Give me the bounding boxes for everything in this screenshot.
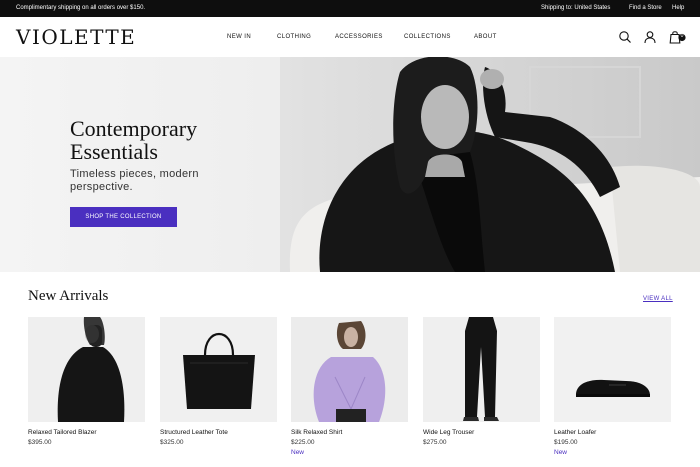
nav-new-in[interactable]: NEW IN — [227, 34, 251, 40]
search-icon[interactable] — [618, 30, 632, 44]
promo-text: Complimentary shipping on all orders ove… — [16, 5, 146, 11]
product-name[interactable]: Structured Leather Tote — [160, 429, 277, 436]
hero-title-line-2: Essentials — [70, 139, 158, 164]
product-name[interactable]: Relaxed Tailored Blazer — [28, 429, 145, 436]
nav-clothing[interactable]: CLOTHING — [277, 34, 311, 40]
hero-title: Contemporary Essentials — [70, 117, 270, 163]
view-all-link[interactable]: VIEW ALL — [643, 296, 673, 302]
brand-logo[interactable]: VIOLETTE — [16, 25, 136, 49]
product-image[interactable] — [554, 317, 671, 422]
help-link[interactable]: Help — [672, 5, 684, 11]
product-card-tote[interactable]: Structured Leather Tote $325.00 — [160, 317, 277, 446]
new-arrivals-heading: New Arrivals — [28, 288, 109, 304]
account-icon[interactable] — [643, 30, 657, 44]
product-price: $325.00 — [160, 439, 184, 446]
product-image[interactable] — [423, 317, 540, 422]
product-card-trouser[interactable]: Wide Leg Trouser $275.00 — [423, 317, 540, 446]
product-price: $395.00 — [28, 439, 52, 446]
shop-collection-button[interactable]: SHOP THE COLLECTION — [70, 207, 177, 227]
product-price: $275.00 — [423, 439, 447, 446]
nav-about[interactable]: ABOUT — [474, 34, 497, 40]
shipping-country-link[interactable]: Shipping to: United States — [541, 5, 610, 11]
new-badge: New — [291, 449, 305, 456]
product-image[interactable] — [28, 317, 145, 422]
product-card-shirt[interactable]: Silk Relaxed Shirt $225.00 New — [291, 317, 408, 456]
find-store-link[interactable]: Find a Store — [629, 5, 662, 11]
hero-banner: Contemporary Essentials Timeless pieces,… — [0, 57, 700, 272]
product-card-loafer[interactable]: Leather Loafer $195.00 New — [554, 317, 671, 456]
product-image[interactable] — [291, 317, 408, 422]
hero-title-line-1: Contemporary — [70, 116, 198, 141]
cart-icon[interactable]: 0 — [669, 30, 687, 44]
product-price: $225.00 — [291, 439, 315, 446]
product-name[interactable]: Leather Loafer — [554, 429, 671, 436]
nav-accessories[interactable]: ACCESSORIES — [335, 34, 383, 40]
nav-collections[interactable]: COLLECTIONS — [404, 34, 451, 40]
product-name[interactable]: Silk Relaxed Shirt — [291, 429, 408, 436]
site-header: VIOLETTE NEW IN CLOTHING ACCESSORIES COL… — [0, 17, 700, 57]
hero-model-photo — [280, 57, 700, 272]
product-price: $195.00 — [554, 439, 578, 446]
hero-subtitle: Timeless pieces, modern perspective. — [70, 168, 199, 193]
new-badge: New — [554, 449, 568, 456]
promo-bar: Complimentary shipping on all orders ove… — [0, 0, 700, 17]
product-card-blazer[interactable]: Relaxed Tailored Blazer $395.00 — [28, 317, 145, 446]
product-image[interactable] — [160, 317, 277, 422]
cart-count-badge: 0 — [680, 33, 684, 40]
product-name[interactable]: Wide Leg Trouser — [423, 429, 540, 436]
